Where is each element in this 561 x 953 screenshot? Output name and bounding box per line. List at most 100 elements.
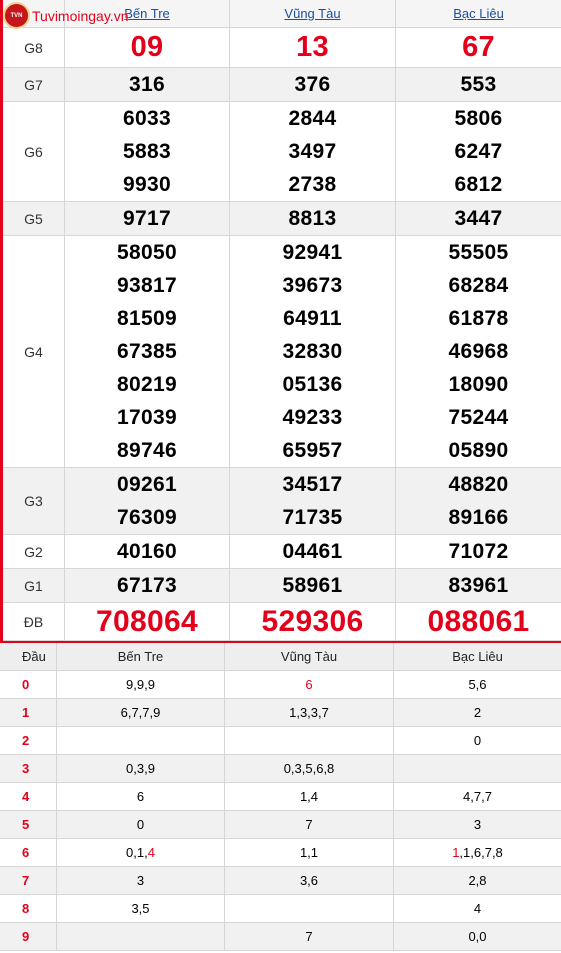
loto-value: 0,0 (468, 929, 487, 944)
province-link-bac-lieu[interactable]: Bạc Liêu (453, 6, 504, 21)
prize-number: 09 (130, 31, 164, 63)
loto-dau: 8 (22, 901, 30, 916)
prize-cell: 6033 5883 9930 (65, 102, 230, 201)
prize-number: 3497 (288, 140, 337, 163)
prize-row: G3 09261 76309 34517 71735 48820 89166 (3, 468, 561, 535)
loto-value: 4 (473, 901, 482, 916)
prize-number: 92941 (282, 241, 343, 264)
loto-dau-cell: 5 (0, 811, 57, 838)
prize-number: 71735 (282, 506, 343, 529)
loto-cell (225, 727, 394, 754)
prize-number: 40160 (117, 540, 177, 563)
loto-header-bac-lieu: Bạc Liêu (452, 649, 503, 664)
prize-cell: 529306 (230, 603, 396, 640)
prize-number: 61878 (448, 307, 509, 330)
loto-row: 6 0,1, 4 1,1 1,1,6,7,8 (0, 839, 561, 867)
prize-cell: 3447 (396, 202, 561, 235)
prize-cell: 58961 (230, 569, 396, 602)
prize-number: 46968 (448, 340, 509, 363)
prize-label: G5 (3, 202, 65, 235)
loto-cell: 2,8 (394, 867, 561, 894)
prize-label: G7 (3, 68, 65, 101)
loto-value: 3 (473, 817, 482, 832)
loto-cell: 4,7,7 (394, 783, 561, 810)
loto-value: 5,6 (468, 677, 487, 692)
loto-dau-cell: 8 (0, 895, 57, 922)
loto-cell: 9,9,9 (57, 671, 225, 698)
loto-dau-cell: 0 (0, 671, 57, 698)
loto-value: 0,3,9 (126, 761, 155, 776)
prize-cell: 04461 (230, 535, 396, 568)
prize-number: 6033 (123, 107, 171, 130)
prize-number: 49233 (282, 406, 343, 429)
loto-value: 6 (136, 789, 145, 804)
loto-cell (225, 895, 394, 922)
loto-value: 2 (473, 705, 482, 720)
prize-number: 6247 (454, 140, 503, 163)
prize-number: 2844 (288, 107, 337, 130)
prize-cell: 316 (65, 68, 230, 101)
loto-value: 3,6 (299, 873, 319, 888)
prize-cell: 92941 39673 64911 32830 05136 49233 65957 (230, 236, 396, 467)
loto-cell (57, 727, 225, 754)
province-header: Bạc Liêu (396, 0, 561, 27)
loto-dau: 7 (22, 873, 30, 888)
loto-cell: 0,3,9 (57, 755, 225, 782)
prize-number: 83961 (448, 574, 509, 597)
loto-row: 3 0,3,9 0,3,5,6,8 (0, 755, 561, 783)
loto-dau: 4 (22, 789, 30, 804)
loto-cell: 6 (57, 783, 225, 810)
logo-seal-text: TVN (10, 12, 23, 19)
prize-number: 5883 (123, 140, 171, 163)
loto-cell: 0 (394, 727, 561, 754)
province-link-ben-tre[interactable]: Bến Tre (124, 6, 170, 21)
loto-value: 6,7,7,9 (120, 705, 161, 720)
loto-dau: 6 (22, 845, 30, 860)
province-link-vung-tau[interactable]: Vũng Tàu (284, 6, 340, 21)
prize-row: G4 58050 93817 81509 67385 80219 17039 89746 929… (3, 236, 561, 468)
prize-number: 8813 (288, 207, 337, 230)
prize-number: 67 (462, 31, 495, 63)
prize-number: 93817 (117, 274, 177, 297)
loto-cell: 1,3,3,7 (225, 699, 394, 726)
prize-number: 58961 (282, 574, 343, 597)
prize-cell: 376 (230, 68, 396, 101)
loto-value: 7 (305, 929, 313, 944)
loto-value: 1 (452, 845, 460, 860)
loto-value: 1,3,3,7 (289, 705, 329, 720)
loto-value: 1,4 (299, 789, 319, 804)
prize-label: G8 (3, 28, 65, 67)
prize-number: 6812 (454, 173, 503, 196)
province-header: Vũng Tàu (230, 0, 396, 27)
prize-number: 67385 (117, 340, 177, 363)
prize-cell: 9717 (65, 202, 230, 235)
loto-dau-cell: 7 (0, 867, 57, 894)
loto-dau-cell: 9 (0, 923, 57, 950)
prize-cell: 67 (396, 28, 561, 67)
loto-dau: 9 (22, 929, 30, 944)
prize-cell: 553 (396, 68, 561, 101)
loto-cell: 6,7,7,9 (57, 699, 225, 726)
loto-value: 7 (305, 817, 313, 832)
loto-cell: 4 (394, 895, 561, 922)
loto-value: 2,8 (468, 873, 487, 888)
loto-header-dau: Đầu (0, 643, 57, 670)
site-logo[interactable]: TVN Tuvimoingay.vn (3, 2, 128, 29)
prize-number: 55505 (448, 241, 509, 264)
prize-number: 316 (129, 73, 165, 96)
loto-dau-cell: 4 (0, 783, 57, 810)
loto-row: 9 7 0,0 (0, 923, 561, 951)
prize-number: 39673 (282, 274, 343, 297)
loto-dau-cell: 1 (0, 699, 57, 726)
loto-value: 0,1, (126, 845, 148, 860)
prize-number: 75244 (448, 406, 509, 429)
prize-number: 088061 (427, 605, 530, 638)
prize-cell: 708064 (65, 603, 230, 640)
prize-cell: 5806 6247 6812 (396, 102, 561, 201)
loto-value: 4,7,7 (463, 789, 492, 804)
prize-number: 64911 (283, 307, 342, 330)
prize-row: G5 9717 8813 3447 (3, 202, 561, 236)
loto-cell: 3,5 (57, 895, 225, 922)
prize-row: G7 316 376 553 (3, 68, 561, 102)
prize-cell: 2844 3497 2738 (230, 102, 396, 201)
